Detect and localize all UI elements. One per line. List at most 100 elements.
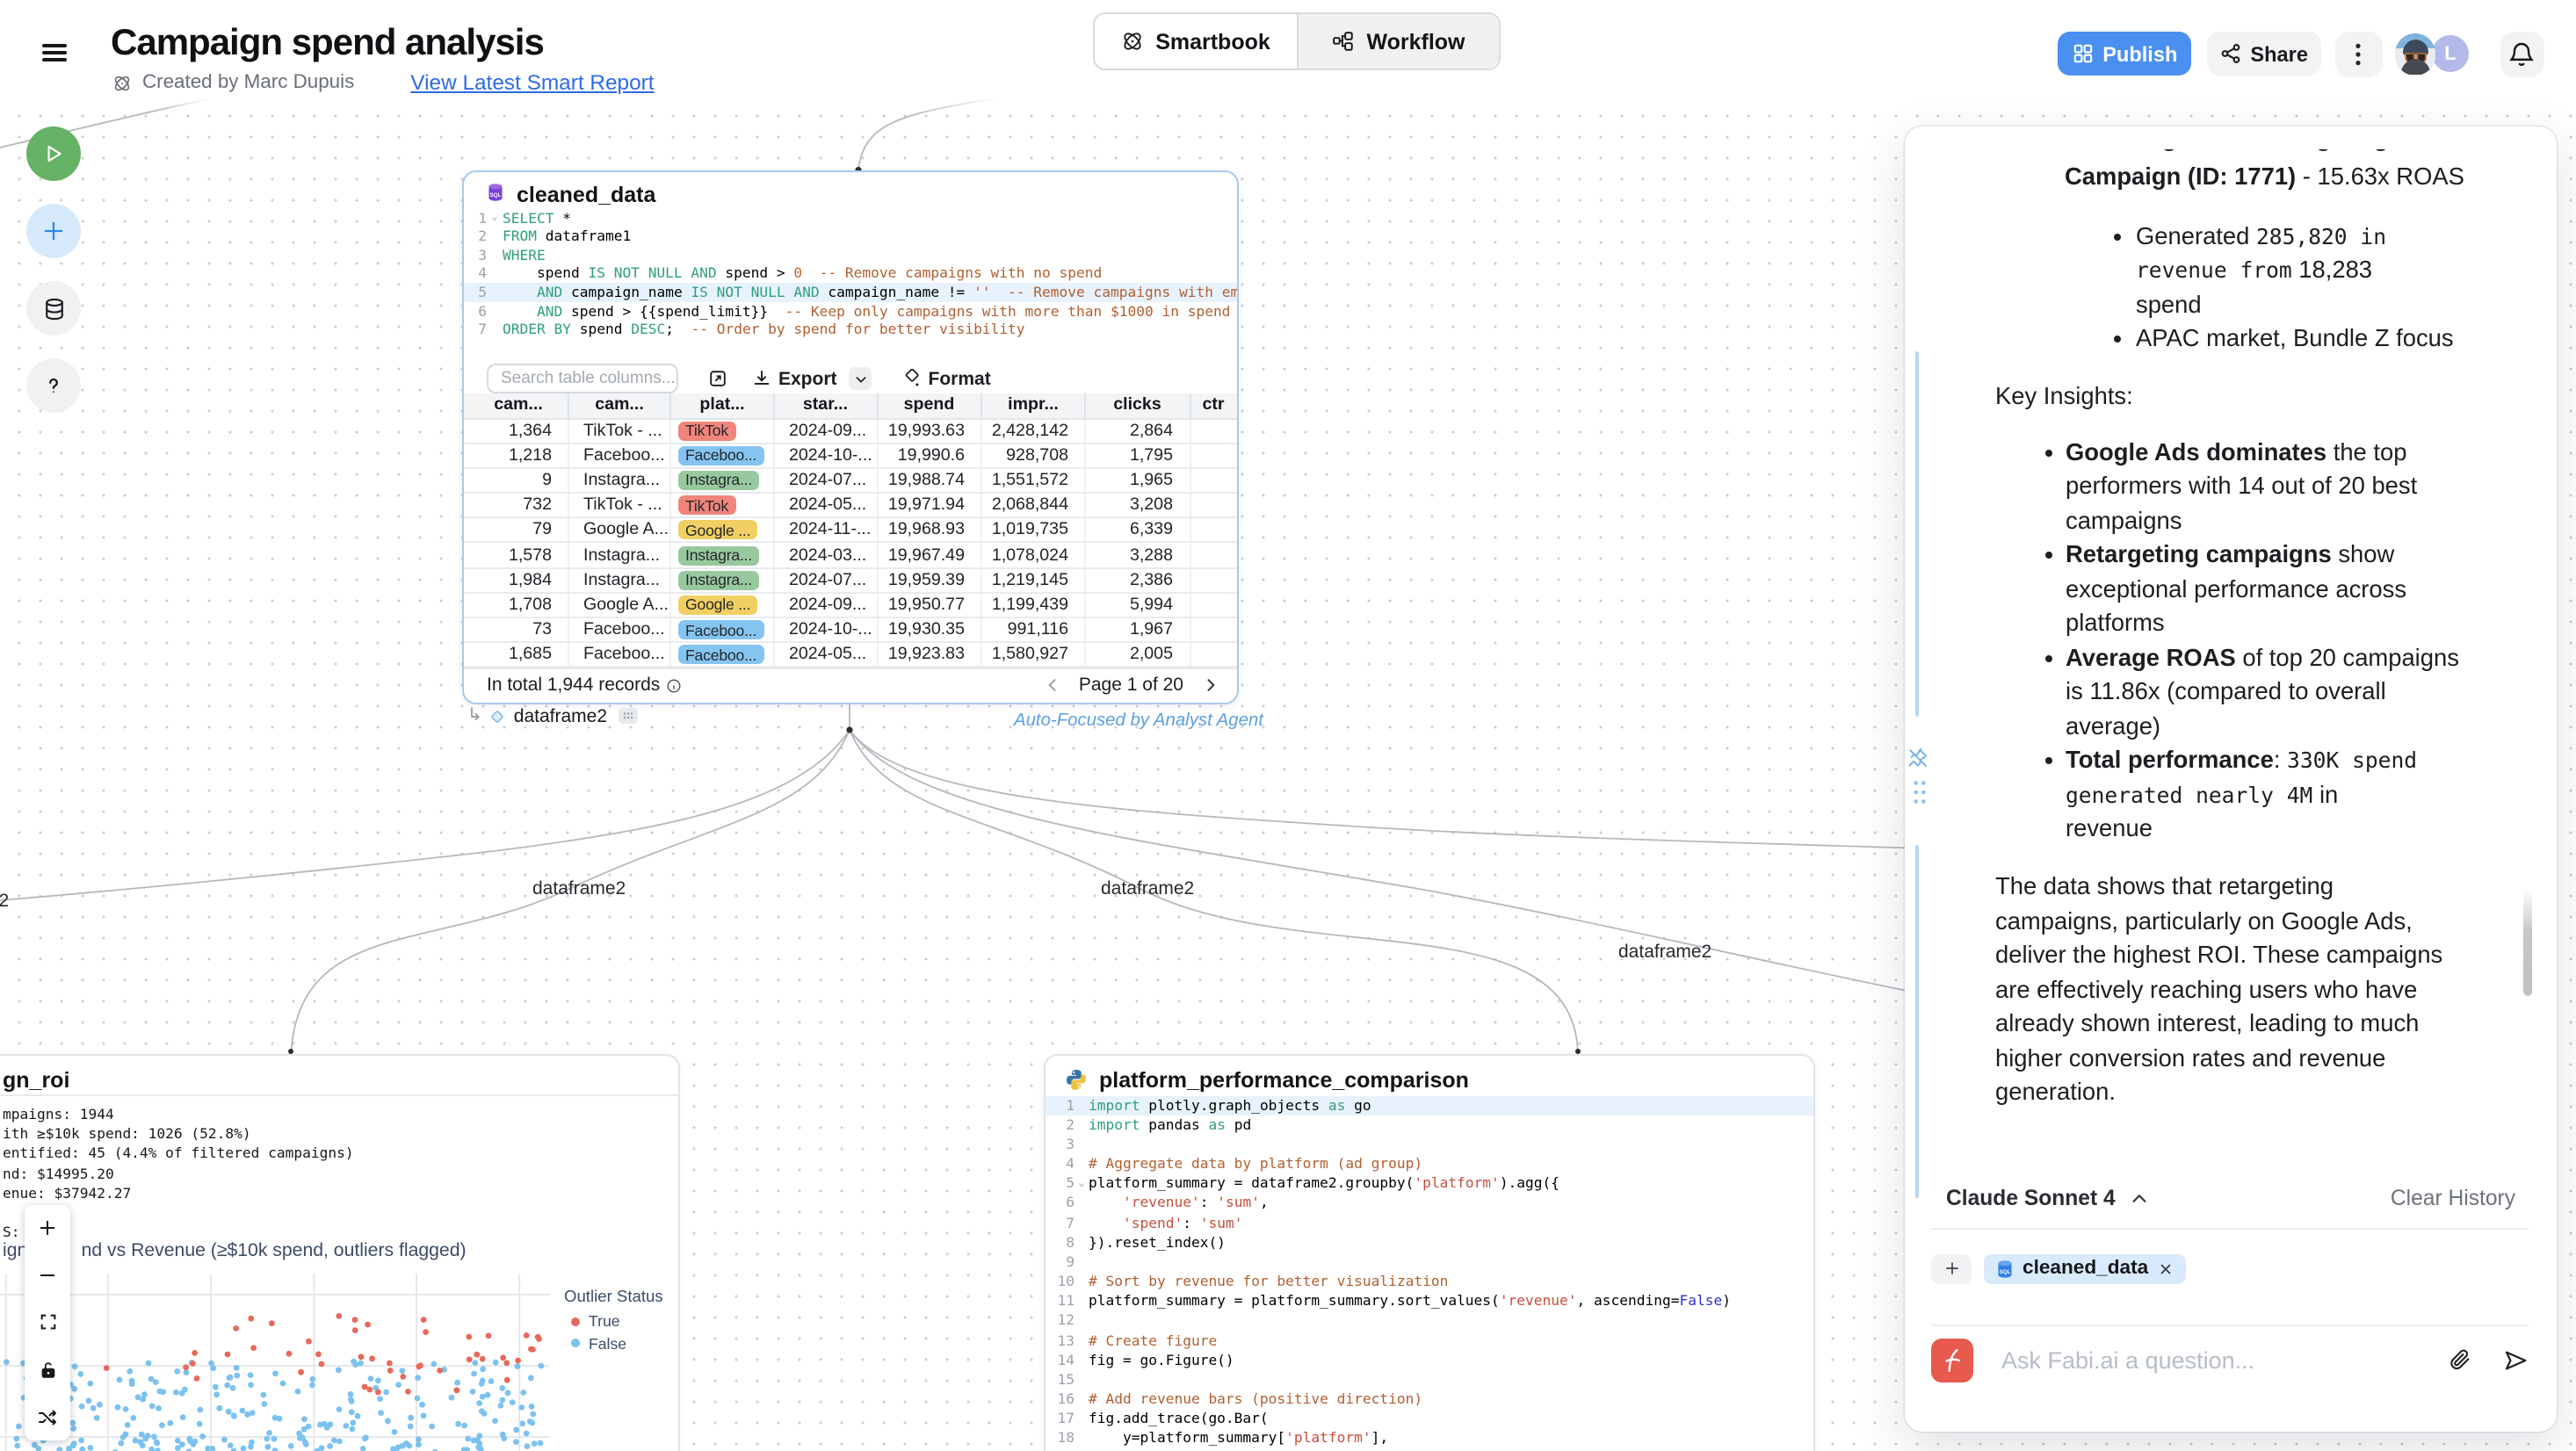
zoom-out-button[interactable] [25,1252,70,1300]
table-row[interactable]: 1,364TikTok - ...TikTok2024-09...19,993.… [464,419,1236,444]
table-row[interactable]: 1,578Instagra...Instagra...2024-03...19,… [464,544,1236,568]
remove-chip-icon[interactable] [2157,1260,2173,1276]
export-dropdown-button[interactable] [850,367,872,390]
table-cell: 19,993.63 [876,419,980,442]
table-cell: 1,967 [1084,618,1189,641]
menu-icon[interactable] [42,44,67,61]
table-cell: 1,218 [469,444,568,466]
more-options-button[interactable] [2334,32,2383,76]
table-cell: 19,923.83 [876,643,980,666]
attach-icon[interactable] [2448,1347,2472,1372]
user-avatar[interactable] [2394,33,2435,75]
tab-workflow[interactable]: Workflow [1296,14,1499,69]
campaign-heading: Campaign (ID: 1771) - 15.63x ROAS [2065,159,2464,193]
record-count-label: In total 1,944 records [487,675,660,696]
chevron-up-icon[interactable] [2130,1188,2149,1208]
lock-view-button[interactable] [25,1346,70,1394]
sql-code-editor[interactable]: 1⌄SELECT *2FROM dataframe13WHERE4 spend … [464,208,1236,339]
code-line: 14fig = go.Figure() [1045,1350,1813,1369]
column-header[interactable]: ctr [1189,393,1236,417]
node-campaign-roi[interactable]: gn_roi mpaigns: 1944 ith ≥$10k spend: 10… [0,1054,680,1451]
expand-table-button[interactable] [703,365,731,393]
paragraph-line: generation. [1995,1075,2116,1109]
view-latest-smart-report-link[interactable]: View Latest Smart Report [410,70,654,95]
table-cell: 2,068,844 [980,494,1084,516]
help-button[interactable] [26,358,81,413]
code-line: 4# Aggregate data by platform (ad group) [1045,1154,1813,1173]
table-cell [1189,568,1236,591]
table-row[interactable]: 1,218Faceboo...Faceboo...2024-10-...19,9… [464,444,1236,468]
context-chip-cleaned-data[interactable]: SQL cleaned_data [1984,1253,2185,1283]
tab-smartbook[interactable]: Smartbook [1095,14,1296,69]
table-cell: 3,208 [1084,494,1189,516]
code-line: 8}).reset_index() [1045,1232,1813,1252]
shuffle-layout-button[interactable] [25,1393,70,1440]
table-row[interactable]: 79Google A...Google ...2024-11-...19,968… [464,519,1236,544]
table-cell: 19,988.74 [876,469,980,492]
unpin-icon[interactable] [1906,747,1928,769]
created-by-label: Created by Marc Dupuis [142,72,354,93]
model-selector[interactable]: Claude Sonnet 4 [1946,1186,2116,1210]
send-icon[interactable] [2502,1346,2529,1373]
zoom-in-button[interactable] [25,1205,70,1252]
table-cell: Google A... [568,519,669,542]
avatar-badge-l[interactable]: L [2432,36,2469,73]
chat-text-line: average) [2066,709,2160,743]
table-cell: 1,708 [469,594,568,617]
table-row[interactable]: 73Faceboo...Faceboo...2024-10-...19,930.… [464,618,1236,643]
table-cell: Faceboo... [669,643,773,666]
code-line: 17fig.add_trace(go.Bar( [1045,1410,1813,1429]
table-cell: 6,339 [1084,519,1189,542]
clear-history-button[interactable]: Clear History [2391,1186,2515,1210]
table-cell: 19,950.77 [876,594,980,617]
column-header[interactable]: impr... [980,393,1084,417]
fit-view-button[interactable] [25,1299,70,1346]
publish-button[interactable]: Publish [2057,32,2191,76]
canvas-zoom-toolbar [25,1205,70,1440]
column-header[interactable]: star... [773,393,876,417]
run-workflow-button[interactable] [26,126,81,181]
output-drag-handle[interactable] [618,708,637,724]
chat-scrollbar[interactable] [2523,889,2531,996]
data-sources-button[interactable] [26,281,81,336]
column-header[interactable]: cam... [469,393,568,417]
table-cell: Instagra... [568,544,669,567]
notifications-button[interactable] [2500,32,2543,76]
legend-item-false[interactable]: False [564,1334,663,1352]
roi-scatter-plot[interactable]: ign_Spennd vs Revenue (≥$10k spend, outl… [0,1224,680,1451]
column-header[interactable]: cam... [568,393,669,417]
shuffle-icon [37,1406,58,1427]
node-cleaned-data[interactable]: SQL cleaned_data 1⌄SELECT *2FROM datafra… [462,170,1238,704]
table-cell: 19,971.94 [876,494,980,516]
platform-badge: Instagra... [678,471,759,490]
table-cell [1189,494,1236,516]
table-cell: 2024-03... [773,544,876,567]
table-row[interactable]: 9Instagra...Instagra...2024-07...19,988.… [464,469,1236,494]
prev-page-button[interactable] [1044,676,1061,694]
table-cell: 732 [469,494,568,516]
table-row[interactable]: 1,984Instagra...Instagra...2024-07...19,… [464,568,1236,593]
share-button[interactable]: Share [2206,32,2320,76]
table-row[interactable]: 1,685Faceboo...Faceboo...2024-05...19,92… [464,643,1236,668]
format-button[interactable]: Format [902,368,991,389]
table-row[interactable]: 1,708Google A...Google ...2024-09...19,9… [464,594,1236,618]
search-table-columns-input[interactable]: Search table columns... [487,364,678,394]
chat-input[interactable]: Ask Fabi.ai a question... [2001,1346,2254,1373]
column-header[interactable]: plat... [669,393,773,417]
chat-text-line: exceptional performance across [2066,572,2406,606]
column-header[interactable]: clicks [1084,393,1189,417]
next-page-button[interactable] [1201,676,1219,694]
column-header[interactable]: spend [876,393,980,417]
legend-item-true[interactable]: True [564,1312,663,1330]
smartbook-tab-icon [1120,30,1143,53]
table-cell: 1,551,572 [980,469,1084,492]
table-row[interactable]: 732TikTok - ...TikTok2024-05...19,971.94… [464,494,1236,518]
node-platform-performance-comparison[interactable]: platform_performance_comparison 1import … [1043,1054,1815,1451]
add-node-button[interactable] [26,204,81,258]
python-code-editor[interactable]: 1import plotly.graph_objects as go2impor… [1045,1095,1813,1451]
drag-handle-icon[interactable] [1911,780,1927,805]
export-button[interactable]: Export [752,367,872,390]
result-table[interactable]: cam...cam...plat...star...spendimpr...cl… [464,393,1236,668]
sql-node-output[interactable]: ↳ dataframe2 [467,705,637,726]
add-context-button[interactable] [1931,1253,1972,1283]
